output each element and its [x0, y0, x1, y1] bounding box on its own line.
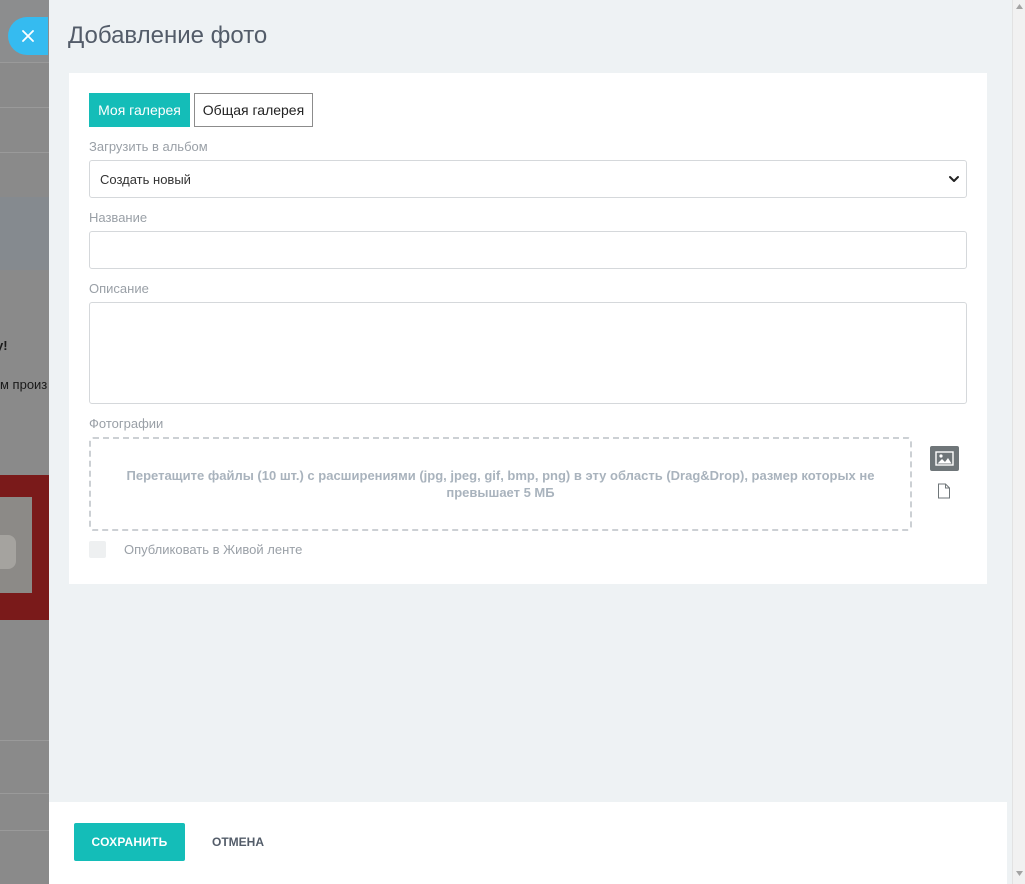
save-button[interactable]: СОХРАНИТЬ: [74, 823, 185, 861]
scrollbar[interactable]: [1012, 0, 1025, 884]
chevron-down-icon: [949, 176, 959, 182]
close-button[interactable]: [8, 17, 48, 55]
background-photo: [0, 475, 49, 620]
tab-my-gallery[interactable]: Моя галерея: [89, 93, 190, 127]
background-divider: [0, 107, 49, 108]
background-text: м произ: [0, 377, 48, 392]
description-textarea[interactable]: [89, 302, 967, 404]
background-divider: [0, 830, 49, 831]
background-divider: [0, 62, 49, 63]
background-divider: [0, 740, 49, 741]
image-upload-button[interactable]: [930, 446, 959, 471]
scroll-up-arrow-icon[interactable]: [1016, 4, 1023, 9]
dropzone-text: Перетащите файлы (10 шт.) с расширениями…: [126, 468, 875, 500]
slider-panel: Добавление фото Моя галерея Общая галере…: [49, 0, 1012, 884]
album-select[interactable]: Создать новый: [89, 160, 967, 198]
album-label: Загрузить в альбом: [89, 139, 208, 154]
cancel-button[interactable]: ОТМЕНА: [197, 823, 279, 861]
background-page: у! м произ: [0, 0, 49, 884]
publish-checkbox[interactable]: [89, 541, 106, 558]
background-heading: у!: [0, 338, 8, 353]
scroll-down-arrow-icon[interactable]: [1016, 871, 1023, 876]
dialog-footer: СОХРАНИТЬ ОТМЕНА: [49, 802, 1007, 884]
background-divider: [0, 793, 49, 794]
tab-common-gallery[interactable]: Общая галерея: [194, 93, 313, 127]
description-label: Описание: [89, 281, 149, 296]
publish-label: Опубликовать в Живой ленте: [124, 542, 303, 557]
album-select-value: Создать новый: [100, 171, 191, 187]
photo-dropzone[interactable]: Перетащите файлы (10 шт.) с расширениями…: [89, 437, 912, 531]
close-icon: [22, 30, 34, 42]
name-label: Название: [89, 210, 148, 225]
background-divider: [0, 152, 49, 153]
image-icon: [935, 451, 954, 466]
name-input[interactable]: [89, 231, 967, 269]
form-card: Моя галерея Общая галерея Загрузить в ал…: [69, 73, 987, 584]
page-title: Добавление фото: [68, 22, 268, 49]
file-icon[interactable]: [937, 483, 951, 499]
photos-label: Фотографии: [89, 416, 164, 431]
background-band: [0, 197, 49, 270]
